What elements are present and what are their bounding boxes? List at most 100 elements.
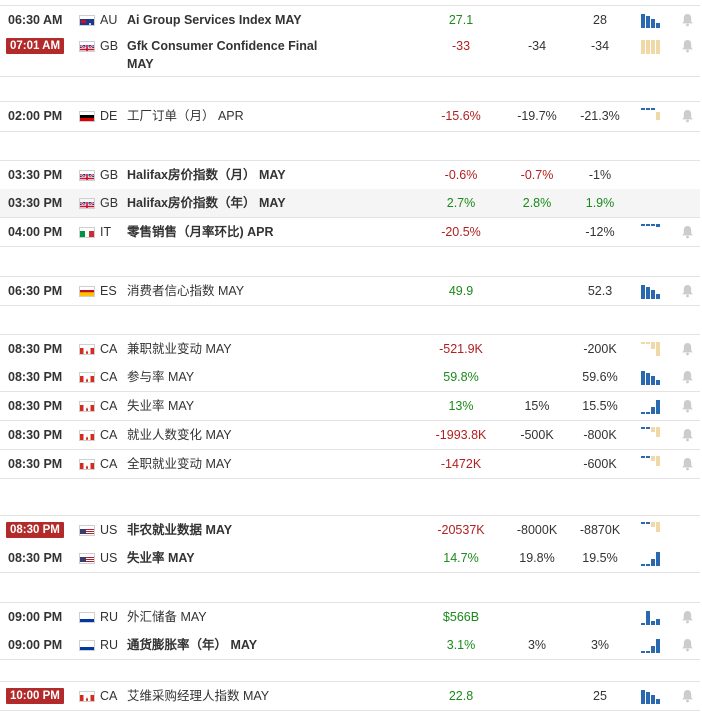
event-name[interactable]: 艾维采购经理人指数 MAY (127, 687, 417, 705)
mini-chart[interactable] (641, 637, 669, 653)
event-row[interactable]: 08:30 PM CA 参与率 MAY 59.8% 59.6% (0, 363, 700, 392)
event-row[interactable]: 03:30 PM GB Halifax房价指数（年） MAY 2.7% 2.8% 1.9% (0, 189, 700, 218)
bell-icon[interactable] (681, 109, 695, 123)
bell-icon[interactable] (681, 610, 695, 624)
mini-chart-bar (651, 456, 655, 461)
mini-chart-bar (646, 342, 650, 344)
event-time: 06:30 PM (8, 284, 63, 298)
event-row[interactable]: 08:30 PM CA 兼职就业变动 MAY -521.9K -200K (0, 334, 700, 364)
mini-chart-bar (641, 564, 645, 566)
mini-chart-bar (656, 380, 660, 385)
mini-chart[interactable] (641, 369, 669, 385)
actual-value: 27.1 (448, 13, 474, 27)
event-name[interactable]: 失业率 MAY (127, 549, 417, 567)
mini-chart-bar (646, 224, 650, 226)
event-name[interactable]: 失业率 MAY (127, 397, 417, 415)
previous-value: 59.6% (582, 370, 618, 384)
mini-chart-bar (656, 294, 660, 299)
event-row[interactable]: 10:00 PM CA 艾维采购经理人指数 MAY 22.8 25 (0, 681, 700, 711)
mini-chart-bar (656, 427, 660, 437)
mini-chart[interactable] (641, 341, 669, 357)
bell-icon[interactable] (681, 638, 695, 652)
event-row[interactable]: 08:30 PM CA 失业率 MAY 13% 15% 15.5% (0, 392, 700, 421)
bell-icon[interactable] (681, 13, 695, 27)
mini-chart[interactable] (641, 12, 669, 28)
bell-icon[interactable] (681, 225, 695, 239)
mini-chart[interactable] (641, 550, 669, 566)
event-time-badge: 10:00 PM (6, 688, 64, 704)
event-name[interactable]: 非农就业数据 MAY (127, 521, 417, 539)
event-row[interactable]: 08:30 PM CA 就业人数变化 MAY -1993.8K -500K -800K (0, 421, 700, 450)
mini-chart-bar (656, 552, 660, 566)
mini-chart-bar (646, 373, 650, 385)
event-name[interactable]: 参与率 MAY (127, 368, 417, 386)
bell-icon[interactable] (681, 342, 695, 356)
mini-chart[interactable] (641, 224, 669, 240)
event-time: 08:30 PM (8, 457, 63, 471)
event-row[interactable]: 09:00 PM RU 外汇储备 MAY $566B (0, 602, 700, 632)
event-name[interactable]: Halifax房价指数（月） MAY (127, 166, 417, 184)
actual-value: 3.1% (446, 638, 476, 652)
event-name[interactable]: Gfk Consumer Confidence Final MAY (127, 37, 342, 73)
event-name[interactable]: 就业人数变化 MAY (127, 426, 417, 444)
mini-chart-bar (656, 112, 660, 120)
event-row[interactable]: 08:30 PM US 非农就业数据 MAY -20537K -8000K -8870K (0, 515, 700, 545)
event-row[interactable]: 06:30 AM AU Ai Group Services Index MAY 27.… (0, 5, 700, 33)
mini-chart-bar (656, 699, 660, 704)
mini-chart[interactable] (641, 609, 669, 625)
mini-chart-bar (646, 40, 650, 54)
event-row[interactable]: 09:00 PM RU 通货膨胀率（年） MAY 3.1% 3% 3% (0, 631, 700, 660)
mini-chart-bar (656, 342, 660, 356)
country-code: US (100, 551, 118, 565)
event-row[interactable]: 06:30 PM ES 消费者信心指数 MAY 49.9 52.3 (0, 276, 700, 306)
bell-icon[interactable] (681, 457, 695, 471)
event-row[interactable]: 08:30 PM US 失业率 MAY 14.7% 19.8% 19.5% (0, 544, 700, 573)
us-flag-icon (79, 525, 95, 536)
actual-value: -20.5% (441, 225, 481, 239)
event-name[interactable]: 消费者信心指数 MAY (127, 282, 417, 300)
mini-chart-bar (641, 456, 645, 458)
de-flag-icon (79, 111, 95, 122)
event-name[interactable]: 工厂订单（月） APR (127, 107, 417, 125)
event-row[interactable]: 03:30 PM GB Halifax房价指数（月） MAY -0.6% -0.7% -1… (0, 160, 700, 190)
mini-chart[interactable] (641, 522, 669, 538)
event-name[interactable]: 零售销售（月率环比) APR (127, 223, 417, 241)
mini-chart[interactable] (641, 108, 669, 124)
event-row[interactable]: 02:00 PM DE 工厂订单（月） APR -15.6% -19.7% -21.3% (0, 101, 700, 132)
bell-icon[interactable] (681, 428, 695, 442)
actual-value: $566B (442, 610, 480, 624)
mini-chart-bar (641, 40, 645, 54)
event-name[interactable]: Halifax房价指数（年） MAY (127, 194, 417, 212)
event-name[interactable]: 兼职就业变动 MAY (127, 340, 417, 358)
mini-chart-bar (641, 108, 645, 110)
previous-value: 25 (593, 689, 607, 703)
previous-value: 15.5% (582, 399, 618, 413)
mini-chart-bar (646, 651, 650, 653)
mini-chart[interactable] (641, 427, 669, 443)
ca-flag-icon (79, 344, 95, 355)
mini-chart-bar (646, 16, 650, 28)
event-name[interactable]: 全职就业变动 MAY (127, 455, 417, 473)
event-time-badge: 08:30 PM (6, 522, 64, 538)
country-code: CA (100, 689, 118, 703)
mini-chart[interactable] (641, 398, 669, 414)
country-code: IT (100, 225, 112, 239)
event-name[interactable]: 外汇储备 MAY (127, 608, 417, 626)
bell-icon[interactable] (681, 284, 695, 298)
mini-chart[interactable] (641, 283, 669, 299)
bell-icon[interactable] (681, 689, 695, 703)
mini-chart[interactable] (641, 688, 669, 704)
event-name[interactable]: 通货膨胀率（年） MAY (127, 636, 417, 654)
event-row[interactable]: 07:01 AM GB Gfk Consumer Confidence Final … (0, 32, 700, 77)
bell-icon[interactable] (681, 370, 695, 384)
event-name[interactable]: Ai Group Services Index MAY (127, 11, 417, 29)
actual-value: -521.9K (439, 342, 483, 356)
mini-chart-bar (651, 376, 655, 385)
event-row[interactable]: 04:00 PM IT 零售销售（月率环比) APR -20.5% -12% (0, 218, 700, 247)
bell-icon[interactable] (681, 39, 695, 53)
mini-chart[interactable] (641, 38, 669, 54)
mini-chart[interactable] (641, 456, 669, 472)
previous-value: 3% (590, 638, 610, 652)
event-row[interactable]: 08:30 PM CA 全职就业变动 MAY -1472K -600K (0, 450, 700, 479)
bell-icon[interactable] (681, 399, 695, 413)
